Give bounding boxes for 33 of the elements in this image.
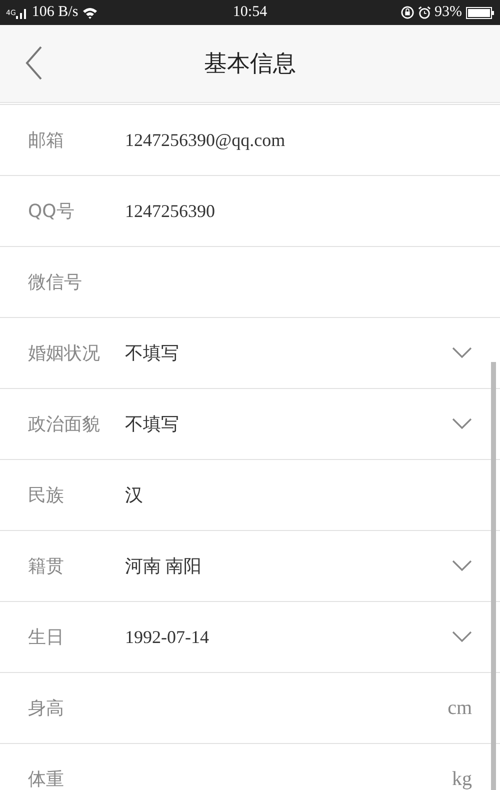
chevron-down-icon[interactable] [452,631,472,643]
wifi-icon [82,6,98,18]
chevron-down-icon[interactable] [452,347,472,359]
unit-label: kg [452,768,472,790]
field-label: 身高 [28,697,65,720]
field-label: QQ号 [28,200,76,223]
field-label: 微信号 [28,271,83,294]
battery-percent: 93% [434,4,462,21]
field-label: 婚姻状况 [28,342,101,365]
field-value: 河南 南阳 [125,555,202,578]
page-title: 基本信息 [204,50,296,79]
field-label: 政治面貌 [28,413,101,436]
chevron-down-icon[interactable] [452,418,472,430]
alarm-icon [418,6,430,19]
back-icon[interactable] [25,46,43,80]
field-value: 1992-07-14 [125,626,210,648]
field-label: 体重 [28,768,65,790]
battery-icon [466,6,494,18]
field-value: 1247256390 [125,200,216,222]
field-value: 不填写 [125,342,180,365]
field-label: 籍贯 [28,555,65,578]
field-label: 民族 [28,484,65,507]
unit-label: cm [448,696,472,720]
network-speed: 106 B/s [32,4,78,21]
field-value: 1247256390@qq.com [125,130,286,150]
field-value: 汉 [125,484,144,507]
chevron-down-icon[interactable] [452,560,472,572]
rotation-lock-icon [400,6,414,19]
clock: 10:54 [232,4,268,21]
signal-icon [16,6,28,18]
field-value: 不填写 [125,413,180,436]
field-label: 邮箱 [28,129,65,152]
field-label: 生日 [28,626,65,649]
